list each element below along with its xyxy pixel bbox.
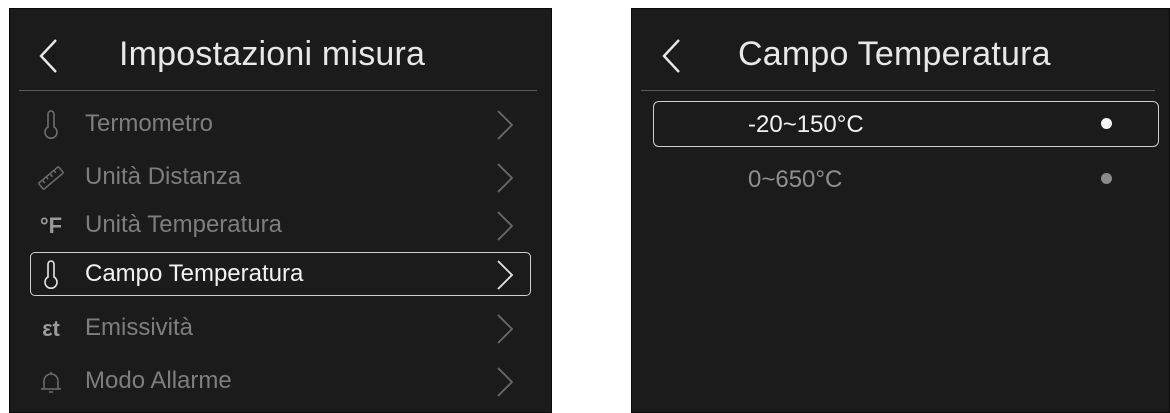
measure-settings-screen: Impostazioni misura Termometro Unità Dis… bbox=[9, 8, 552, 413]
menu-item-label: Termometro bbox=[85, 110, 214, 137]
option-range-1[interactable]: -20~150°C bbox=[653, 101, 1159, 147]
fahrenheit-icon: °F bbox=[39, 213, 63, 238]
option-label: 0~650°C bbox=[748, 166, 843, 193]
header-divider bbox=[19, 90, 537, 91]
menu-item-label: Modo Allarme bbox=[85, 367, 232, 394]
chevron-right-icon bbox=[494, 108, 516, 142]
chevron-right-icon bbox=[494, 161, 516, 195]
header-divider bbox=[641, 90, 1155, 91]
menu-item-thermometer[interactable]: Termometro bbox=[10, 102, 551, 148]
chevron-left-icon bbox=[39, 39, 57, 73]
chevron-right-icon bbox=[494, 258, 516, 292]
page-title: Campo Temperatura bbox=[738, 35, 1051, 73]
thermometer-icon bbox=[36, 260, 66, 290]
selected-dot-icon bbox=[1101, 118, 1112, 129]
menu-item-temperature-range[interactable]: Campo Temperatura bbox=[10, 252, 551, 298]
header: Campo Temperatura bbox=[632, 9, 1169, 99]
back-button[interactable] bbox=[36, 37, 62, 75]
thermometer-icon bbox=[36, 110, 66, 140]
menu-item-label: Unità Temperatura bbox=[85, 211, 282, 238]
menu-item-emissivity[interactable]: εt Emissività bbox=[10, 306, 551, 352]
chevron-right-icon bbox=[494, 312, 516, 346]
bell-icon bbox=[36, 367, 66, 397]
selection-highlight bbox=[653, 101, 1159, 147]
chevron-right-icon bbox=[494, 209, 516, 243]
menu-item-temperature-unit[interactable]: °F Unità Temperatura bbox=[10, 203, 551, 249]
unselected-dot-icon bbox=[1101, 173, 1112, 184]
emissivity-icon: εt bbox=[42, 316, 60, 341]
header: Impostazioni misura bbox=[10, 9, 551, 99]
temperature-range-screen: Campo Temperatura -20~150°C 0~650°C bbox=[631, 8, 1170, 413]
ruler-icon bbox=[36, 163, 66, 193]
menu-item-label: Campo Temperatura bbox=[85, 260, 304, 287]
menu-item-distance-unit[interactable]: Unità Distanza bbox=[10, 155, 551, 201]
back-button[interactable] bbox=[659, 37, 685, 75]
option-range-2[interactable]: 0~650°C bbox=[653, 156, 1159, 202]
menu-item-label: Emissività bbox=[85, 314, 194, 341]
menu-item-alarm-mode[interactable]: Modo Allarme bbox=[10, 359, 551, 405]
menu-item-label: Unità Distanza bbox=[85, 163, 242, 190]
chevron-right-icon bbox=[494, 365, 516, 399]
chevron-left-icon bbox=[662, 39, 680, 73]
page-title: Impostazioni misura bbox=[119, 35, 426, 73]
option-label: -20~150°C bbox=[748, 111, 864, 138]
